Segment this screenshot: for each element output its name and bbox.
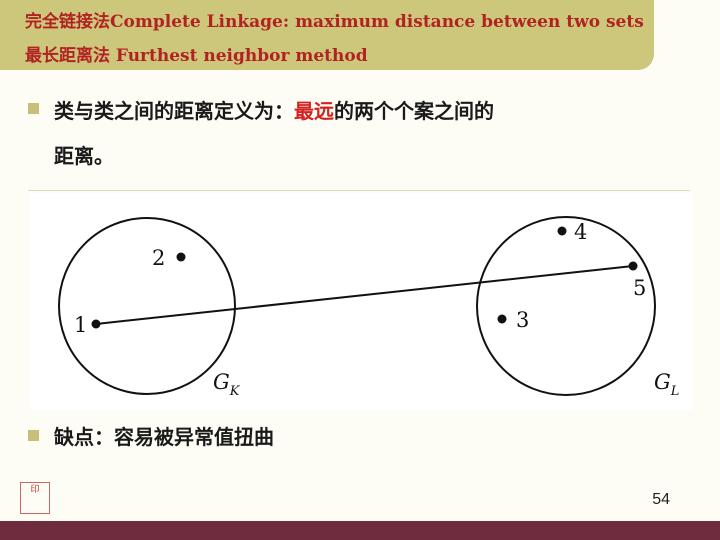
diagram-svg: 1 2 3 4 5 GK GL xyxy=(58,216,679,399)
point-label-4: 4 xyxy=(574,220,587,244)
footer-bar xyxy=(0,521,720,540)
point-1 xyxy=(91,319,101,329)
max-distance-line xyxy=(95,265,634,325)
cluster-right-subscript: L xyxy=(670,384,680,399)
bullet-1-line-2: 距离。 xyxy=(54,144,114,168)
cluster-left-circle xyxy=(58,217,236,395)
cluster-right-letter: G xyxy=(654,370,671,394)
point-2 xyxy=(176,252,186,262)
bullet-1-highlight: 最远 xyxy=(294,99,334,123)
bullet-1-text-b: 的两个个案之间的 xyxy=(334,99,494,123)
cluster-left-letter: G xyxy=(213,370,230,394)
cluster-right-circle xyxy=(476,216,656,396)
bullet-marker-1 xyxy=(28,103,39,114)
cluster-right-label: GL xyxy=(654,370,679,399)
point-label-5: 5 xyxy=(633,276,646,300)
point-4 xyxy=(557,226,567,236)
cluster-left-label: GK xyxy=(213,370,241,399)
title-line-2: 最长距离法 Furthest neighbor method xyxy=(25,46,368,66)
point-3 xyxy=(497,314,507,324)
title-banner: 完全链接法Complete Linkage: maximum distance … xyxy=(0,0,654,70)
point-label-1: 1 xyxy=(74,313,87,337)
bullet-marker-2 xyxy=(28,430,39,441)
bullet-1-line-1: 类与类之间的距离定义为：最远的两个个案之间的 xyxy=(54,95,494,124)
seal-logo: 印 xyxy=(20,482,50,514)
bullet-2-text: 缺点：容易被异常值扭曲 xyxy=(54,425,274,449)
title-line-1: 完全链接法Complete Linkage: maximum distance … xyxy=(25,12,644,32)
linkage-diagram: 1 2 3 4 5 GK GL xyxy=(30,193,692,410)
bullet-1-text-a: 类与类之间的距离定义为： xyxy=(54,99,294,123)
point-5 xyxy=(628,261,638,271)
seal-logo-text: 印 xyxy=(30,485,40,495)
cluster-left-subscript: K xyxy=(229,384,241,399)
point-label-3: 3 xyxy=(516,308,529,332)
point-label-2: 2 xyxy=(152,246,165,270)
separator xyxy=(28,190,690,191)
page-number: 54 xyxy=(652,491,670,508)
